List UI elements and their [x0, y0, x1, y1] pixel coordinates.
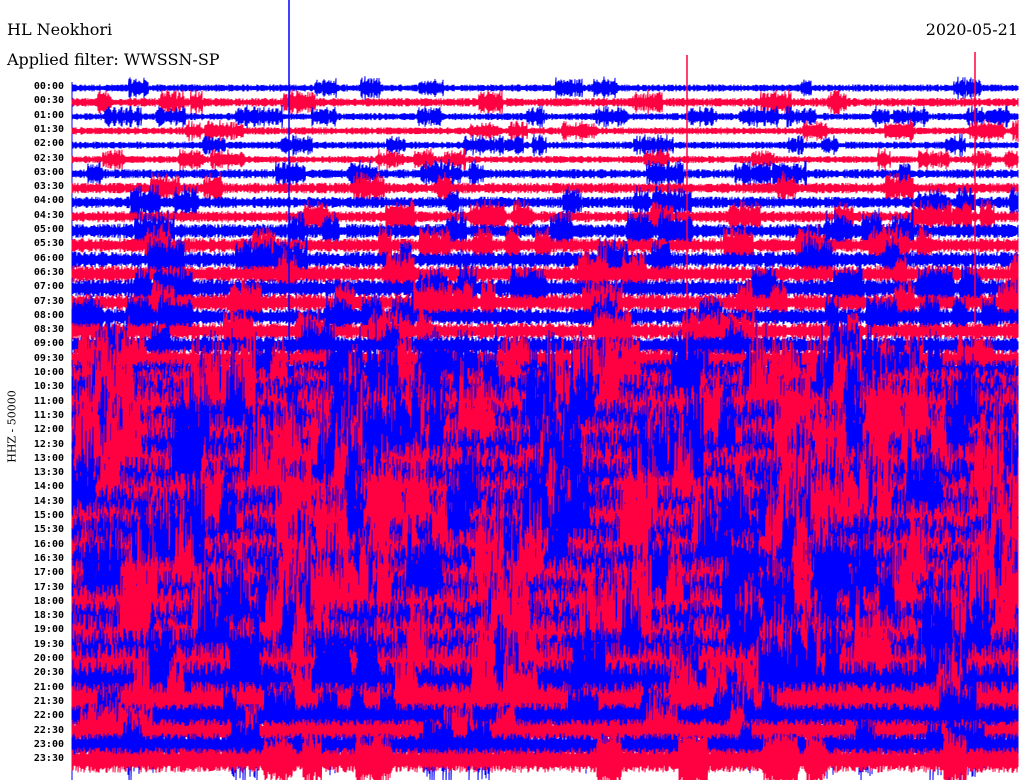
trace-row	[71, 104, 1019, 129]
helicorder-plot	[71, 0, 1019, 780]
trace-row	[71, 147, 1019, 172]
trace-row	[71, 76, 1019, 100]
trace-row	[71, 133, 1019, 157]
